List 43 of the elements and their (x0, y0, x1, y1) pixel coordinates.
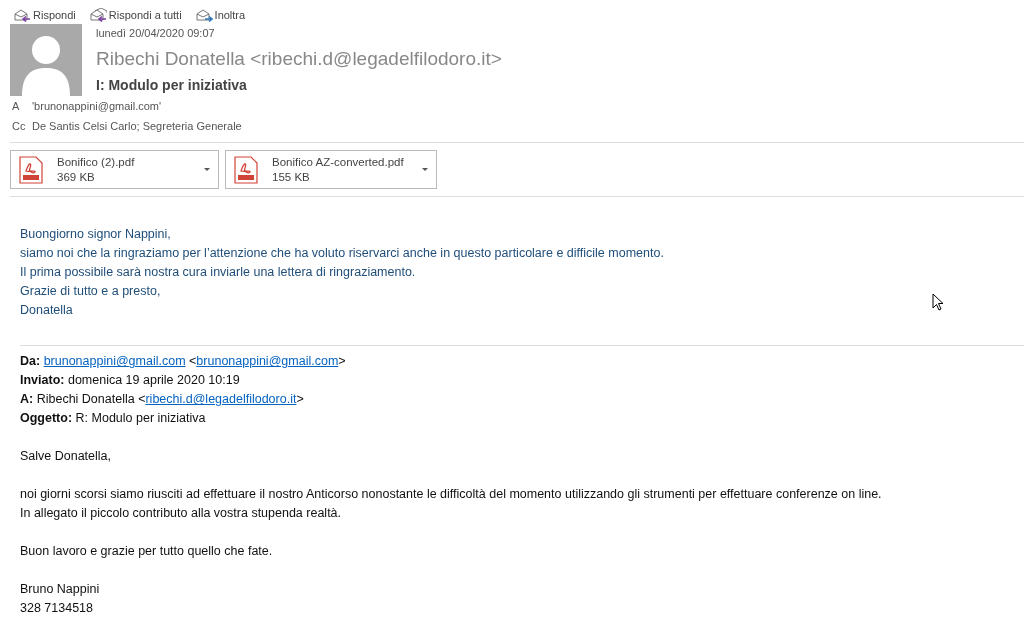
body-text: siamo noi che la ringraziamo per l’attenzione che ha voluto riservarci anche in questo particolare e difficile momento. (20, 245, 664, 263)
email-link[interactable]: brunonappini@gmail.com (43, 354, 186, 369)
body-text: Salve Donatella, (20, 448, 113, 466)
attachment-size: 369 KB (57, 169, 96, 185)
body-text: noi giorni scorsi siamo riusciti ad effettuare il nostro Anticorso nonostante le difficoltà del momento utilizzando gli strumenti per effettuare conferenze on line. (20, 486, 883, 504)
body-text: Grazie di tutto e a presto, (20, 283, 161, 301)
quoted-header-line: Inviato: domenica 19 aprile 2020 10:19 (20, 372, 241, 390)
email-link[interactable]: brunonappini@gmail.com (196, 354, 339, 369)
caret-icon (422, 167, 428, 172)
attachment-name: Bonifico (2).pdf (57, 154, 135, 170)
recipient-label: Cc (12, 119, 27, 135)
attachment-button[interactable]: Bonifico (2).pdf 369 KB (10, 150, 219, 190)
sender-name: Ribechi Donatella <ribechi.d@legadelfilodoro.it> (96, 47, 502, 71)
envelope-icon (195, 8, 213, 22)
body-text: Buongiorno signor Nappini, (20, 226, 171, 244)
cursor-icon (932, 292, 944, 311)
recipient-value: 'brunonappini@gmail.com' (32, 99, 162, 115)
attachment-size: 155 KB (272, 169, 311, 185)
forward-button[interactable]: Inoltra (195, 6, 246, 24)
pdf-icon (234, 155, 258, 184)
reply-all-button[interactable]: Rispondi a tutti (89, 6, 182, 24)
body-text: In allegato il piccolo contributo alla vostra stupenda realtà. (20, 505, 343, 523)
body-text: Buon lavoro e grazie per tutto quello che fate. (20, 543, 274, 561)
body-text: Bruno Nappini (20, 581, 101, 599)
quoted-header-line: Oggetto: R: Modulo per iniziativa (20, 410, 207, 428)
avatar-icon (10, 24, 82, 96)
attachment-button[interactable]: Bonifico AZ-converted.pdf 155 KB (225, 150, 437, 190)
body-text: Il prima possibile sarà nostra cura inviarle una lettera di ringraziamento. (20, 264, 416, 282)
recipient-value: De Santis Celsi Carlo; Segreteria Generale (32, 119, 242, 135)
recipient-label: A (12, 99, 21, 115)
attachment-name: Bonifico AZ-converted.pdf (272, 154, 404, 170)
envelope-icon (89, 8, 107, 22)
pdf-icon (19, 155, 43, 184)
body-text: 328 7134518 (20, 600, 94, 618)
quoted-header-line: A: Ribechi Donatella <ribechi.d@legadelfilodoro.it> (20, 391, 305, 409)
body-text: Donatella (20, 302, 73, 320)
message-date: lunedì 20/04/2020 09:07 (96, 26, 216, 41)
message-subject: I: Modulo per iniziativa (96, 76, 248, 96)
reply-button[interactable]: Rispondi (14, 6, 76, 24)
caret-icon (204, 167, 210, 172)
envelope-icon (14, 8, 31, 22)
email-link[interactable]: ribechi.d@legadelfilodoro.it (145, 392, 297, 407)
quoted-header-line: Da: brunonappini@gmail.com <brunonappini@gmail.com> (20, 353, 347, 371)
